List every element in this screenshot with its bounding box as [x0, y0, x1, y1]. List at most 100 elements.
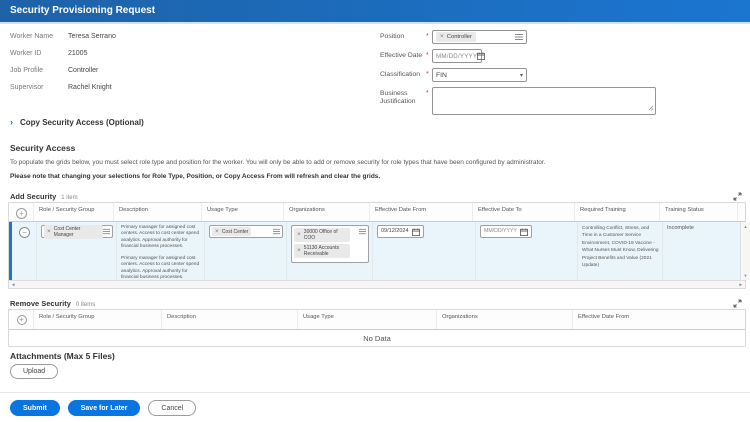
description-paragraph-1: Primary manager for assigned cost center… — [121, 225, 200, 250]
scroll-left-icon[interactable]: ◄ — [11, 282, 15, 287]
save-for-later-button[interactable]: Save for Later — [67, 400, 141, 416]
remove-role-icon[interactable]: × — [47, 228, 51, 236]
position-field[interactable]: × Controller — [432, 30, 527, 44]
attachments-heading: Attachments (Max 5 Files) — [10, 351, 115, 361]
scroll-down-icon[interactable]: ▼ — [741, 273, 750, 278]
add-security-count: 1 item — [61, 195, 78, 201]
remove-security-header-row: + Role / Security Group Description Usag… — [9, 310, 745, 330]
save-for-later-button-label: Save for Later — [80, 404, 128, 412]
remove-add-row-header-cell: + — [9, 310, 33, 329]
effective-date-to-calendar-icon[interactable] — [519, 227, 528, 236]
submit-button[interactable]: Submit — [10, 400, 60, 416]
request-form: Position * × Controller Effective Date *… — [380, 30, 670, 120]
footer-divider — [0, 392, 750, 393]
cancel-button[interactable]: Cancel — [148, 400, 197, 416]
worker-name-value: Teresa Serrano — [68, 33, 116, 40]
remove-position-icon[interactable]: × — [440, 33, 444, 41]
worker-name-label: Worker Name — [10, 33, 54, 40]
remove-grid-add-row-icon[interactable]: + — [16, 315, 27, 325]
cancel-button-label: Cancel — [161, 404, 184, 412]
effective-date-to-placeholder: MM/DD/YYYY — [484, 228, 517, 234]
scroll-up-icon[interactable]: ▲ — [741, 224, 750, 229]
remove-security-title: Remove Security — [10, 299, 71, 308]
business-justification-label: Business Justification — [380, 90, 416, 105]
effective-date-from-field[interactable]: 09/12/2024 — [377, 225, 424, 238]
job-profile-row: Job Profile Controller — [10, 67, 116, 84]
upload-button[interactable]: Upload — [10, 364, 59, 379]
role-security-group-field[interactable]: × Cost Center Manager — [41, 224, 113, 239]
classification-select[interactable]: FIN ▾ — [432, 68, 527, 82]
row-expander-cell: − — [12, 222, 36, 280]
worker-id-value: 21005 — [68, 50, 88, 57]
remove-security-grid: + Role / Security Group Description Usag… — [8, 309, 746, 347]
remove-usage-type-icon[interactable]: × — [215, 228, 219, 236]
supervisor-label: Supervisor — [10, 84, 44, 91]
security-access-heading: Security Access — [10, 143, 76, 153]
classification-row: Classification * FIN ▾ — [380, 68, 670, 82]
worker-name-row: Worker Name Teresa Serrano — [10, 33, 116, 50]
description-paragraph-2: Primary manager for assigned cost center… — [121, 255, 200, 280]
remove-row-icon[interactable]: − — [19, 227, 30, 238]
organizations-prompt-icon[interactable] — [359, 228, 366, 235]
worker-id-label: Worker ID — [10, 50, 42, 57]
position-label: Position — [380, 33, 405, 40]
remove-organization-2-icon[interactable]: × — [297, 247, 301, 255]
col-description: Description — [113, 203, 201, 221]
col-required-training: Required Training — [574, 203, 659, 221]
add-security-title: Add Security — [10, 192, 57, 201]
effective-date-from-value: 09/12/2024 — [381, 227, 409, 234]
job-profile-value: Controller — [68, 67, 99, 74]
no-data-row: No Data — [9, 330, 745, 346]
organization-pill-1: × 30000 Office of COO — [294, 228, 350, 242]
position-row: Position * × Controller — [380, 30, 670, 44]
description-cell: Primary manager for assigned cost center… — [116, 222, 204, 280]
position-pill: × Controller — [436, 32, 476, 42]
required-training-cell: Controlling Conflict, Stress, and Time i… — [577, 222, 662, 280]
col-training-status: Training Status — [659, 203, 737, 221]
role-security-group-cell: × Cost Center Manager — [36, 222, 116, 280]
classification-value: FIN — [436, 71, 447, 79]
business-justification-textarea[interactable] — [432, 87, 656, 115]
col-role-security-group: Role / Security Group — [33, 203, 113, 221]
add-security-grid: + Role / Security Group Description Usag… — [8, 202, 750, 289]
security-provisioning-page: Security Provisioning Request Worker Nam… — [0, 0, 750, 422]
effective-date-from-calendar-icon[interactable] — [411, 227, 420, 236]
usage-type-field[interactable]: × Cost Center — [209, 225, 283, 238]
security-access-note: Please note that changing your selection… — [10, 173, 381, 180]
training-status-cell: Incomplete — [662, 222, 740, 280]
effective-date-calendar-icon[interactable] — [477, 52, 486, 60]
effective-date-placeholder: MM/DD/YYYY — [436, 52, 478, 60]
worker-id-row: Worker ID 21005 — [10, 50, 116, 67]
vertical-scrollbar[interactable]: ▲ ▼ — [740, 222, 750, 280]
col-usage-type: Usage Type — [201, 203, 283, 221]
copy-security-access-label: Copy Security Access (Optional) — [20, 118, 144, 127]
copy-security-access-toggle[interactable]: › Copy Security Access (Optional) — [10, 117, 144, 128]
add-security-header-row: + Role / Security Group Description Usag… — [9, 203, 745, 222]
remove-organization-1-icon[interactable]: × — [297, 231, 301, 239]
header-scrollbar-spacer — [737, 203, 747, 221]
usage-type-cell: × Cost Center — [204, 222, 286, 280]
chevron-right-icon: › — [10, 117, 13, 127]
position-prompt-icon[interactable] — [515, 33, 523, 41]
effective-date-to-field[interactable]: MM/DD/YYYY — [480, 225, 532, 238]
scroll-right-icon[interactable]: ► — [739, 282, 743, 287]
horizontal-scrollbar[interactable]: ◄ ► — [9, 280, 745, 288]
role-prompt-icon[interactable] — [103, 228, 110, 235]
rcol-effective-date-from: Effective Date From — [572, 310, 747, 329]
organizations-cell: × 30000 Office of COO × 51130 Accounts R… — [286, 222, 372, 280]
role-security-group-pill: × Cost Center Manager — [44, 224, 103, 239]
textarea-resize-handle[interactable] — [648, 105, 654, 113]
usage-type-prompt-icon[interactable] — [273, 228, 280, 235]
rcol-role-security-group: Role / Security Group — [33, 310, 161, 329]
position-pill-label: Controller — [446, 33, 472, 40]
add-row-icon[interactable]: + — [16, 208, 27, 219]
security-access-instructions: To populate the grids below, you must se… — [10, 159, 546, 166]
col-organizations: Organizations — [283, 203, 369, 221]
role-security-group-value: Cost Center Manager — [53, 225, 81, 238]
worker-info-panel: Worker Name Teresa Serrano Worker ID 210… — [10, 33, 116, 101]
required-training-value: Controlling Conflict, Stress, and Time i… — [582, 226, 659, 269]
effective-date-field[interactable]: MM/DD/YYYY — [432, 49, 486, 63]
organization-1-value: 30000 Office of COO — [303, 229, 338, 241]
effective-date-row: Effective Date * MM/DD/YYYY — [380, 49, 670, 63]
organizations-field[interactable]: × 30000 Office of COO × 51130 Accounts R… — [291, 225, 369, 263]
